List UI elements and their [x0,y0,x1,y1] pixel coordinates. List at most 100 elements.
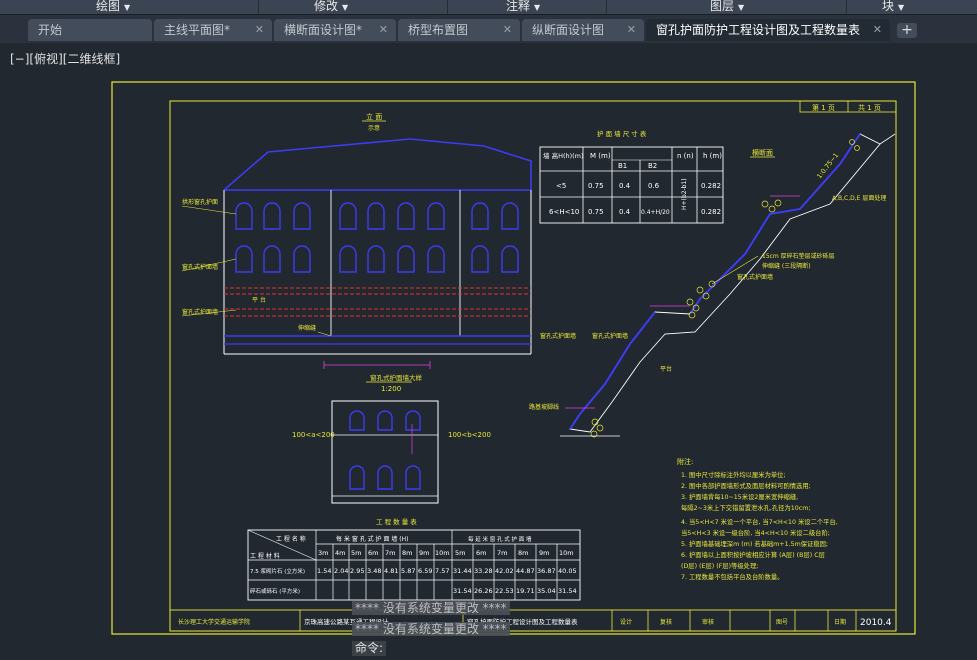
qty-h2-8m: 8m [518,549,528,557]
title-block: 长沙理工大学交通运输学院 京珠高速公路某互通工程设计 窗孔护面防护工程设计图及工… [169,609,897,632]
dim-header-n: n (n) [677,152,694,160]
tab-main-plan[interactable]: 主线平面图* ✕ [154,19,272,41]
note-7: 7. 工程数量不包括平台及台阶数量。 [681,572,783,581]
chevron-down-icon: ▼ [124,3,131,12]
command-prompt-label: 命令: [355,641,384,655]
section-wall-label-1: 窗孔式护面墙 [737,273,773,281]
close-icon[interactable]: ✕ [379,19,388,41]
qty-h-9m: 9m [419,549,429,557]
close-icon[interactable]: ✕ [503,19,512,41]
plus-icon: + [901,22,913,38]
menu-block-label: 块 [882,0,895,13]
command-history-line-2: **** 没有系统变量更改 **** [352,622,510,636]
qty-h2-9m: 9m [539,549,549,557]
tb-sheet-no: 图号 [776,619,788,626]
menu-layers[interactable]: 图层 ▼ [710,0,744,14]
note-1: 1. 图中尺寸除标注外均以厘米为单位; [681,470,786,479]
qty-row-header-top: 工 程 名 称 [276,535,306,543]
tab-start[interactable]: 开始 [28,19,152,41]
detail-left-dim: 100<a<200 [292,431,335,439]
chevron-down-icon: ▼ [534,3,541,12]
add-tab-button[interactable]: + [897,23,917,38]
qty-r2-c12: 19.71 [516,587,535,595]
qty-row-header-bottom: 工 程 材 料 [250,552,280,560]
dim-header-b1: B1 [618,162,627,170]
menu-separator [258,0,259,14]
dim-n-formula: H+(b2-b1) [681,178,688,210]
tb-org: 长沙理工大学交通运输学院 [178,618,250,626]
qty-r1-c2: 2.04 [334,567,348,575]
dim-row1-b2: 0.6 [648,182,660,190]
dim-row1-h: <5 [556,182,566,190]
tab-profile[interactable]: 纵断面设计图 ✕ [522,19,644,41]
section-joint-label: 伸缩缝 (三段隔断) [762,262,811,270]
menu-draw[interactable]: 绘图 ▼ [96,0,130,14]
section-wall-label-2: 窗孔式护面墙 [592,332,628,340]
qty-r1-c13: 36.87 [537,567,556,575]
front-label-3: 窗孔式护面墙 [182,308,218,316]
dim-row2-h: 6<H<10 [549,208,579,216]
tb-date-label: 日期 [834,618,846,626]
close-icon[interactable]: ✕ [255,19,264,41]
menu-block[interactable]: 块 ▼ [882,0,904,14]
dimension-table: 护 面 墙 尺 寸 表 墙 高H(h)(m) M (m) B1 B2 n (n)… [539,129,724,224]
qty-height-headers: 3m 4m 5m 6m 7m 8m 9m 10m 5m 6m 7m 8m 9m … [318,549,574,557]
quantity-table: 工 程 数 量 表 工 程 名 称 工 程 材 料 每 米 窗 孔 式 护 面 … [247,517,581,601]
qty-h-10m: 10m [435,549,450,557]
menu-annotate-label: 注释 [506,0,531,13]
tab-cross-section[interactable]: 横断面设计图* ✕ [274,19,396,41]
qty-r1-c12: 44.87 [516,567,535,575]
qty-r1-c14: 40.05 [558,567,577,575]
qty-h2-10m: 10m [559,549,574,557]
tab-label: 桥型布置图 [408,23,469,37]
tab-bridge-layout[interactable]: 桥型布置图 ✕ [398,19,520,41]
qty-r1-c9: 31.44 [453,567,472,575]
tab-label: 纵断面设计图 [532,23,605,37]
tab-label: 窗孔护面防护工程设计图及工程数量表 [656,23,861,37]
qty-r1-c10: 33.28 [474,567,493,575]
dim-row2-b1: 0.4 [619,208,631,216]
command-prompt[interactable]: 命令: [352,641,387,656]
qty-r1-c5: 4.81 [384,567,398,575]
detail-title: 窗孔式护面墙大样 [370,373,423,382]
section-slope-ratio: 1:0.75~1 [815,151,840,180]
note-3: 3. 护面墙背每10~15米设2厘米宽伸缩缝, [681,492,798,501]
notes-block: 附注: 1. 图中尺寸除标注外均以厘米为单位; 2. 图中各部护面墙形式及面层材… [677,457,838,581]
tab-window-protection[interactable]: 窗孔护面防护工程设计图及工程数量表 ✕ [646,19,890,41]
drawing-viewport[interactable]: [−][俯视][二维线框] 第 1 页 共 1 页 立 面 示意 拱形窗孔护面 … [0,44,977,660]
command-history-line-1: **** 没有系统变量更改 **** [352,601,510,615]
qty-r1-c1: 1.54 [317,567,331,575]
document-tab-bar: 开始 主线平面图* ✕ 横断面设计图* ✕ 桥型布置图 ✕ 纵断面设计图 ✕ 窗孔护面防… [0,15,977,43]
close-icon[interactable]: ✕ [627,19,636,41]
dim-header-height: 墙 高H(h)(m) [543,151,584,160]
tab-label: 开始 [38,23,63,37]
window-detail-view: 窗孔式护面墙大样 1:200 100<a<200 100<b<200 [292,373,491,504]
menu-modify[interactable]: 修改 ▼ [314,0,348,14]
chevron-down-icon: ▼ [898,3,905,12]
qty-r2-c10: 26.26 [474,587,493,595]
menu-layers-label: 图层 [710,0,735,13]
detail-right-dim: 100<b<200 [448,431,491,439]
tb-reviewer: 审核 [702,618,714,626]
qty-h-4m: 4m [335,549,345,557]
menu-annotate[interactable]: 注释 ▼ [506,0,540,14]
close-icon[interactable]: ✕ [873,19,882,41]
dim-row2-hh: 0.282 [701,208,721,216]
dim-row1-b1: 0.4 [619,182,631,190]
cross-section-view: 横断面 1:0.75~1 A,B,C,D,E 层面处理 15cm 厚碎石垫层或砂… [529,133,896,438]
detail-scale: 1:200 [381,385,401,393]
section-platform-label: 平台 [660,365,672,373]
front-label-1: 拱形窗孔护面 [182,198,218,206]
qty-group1: 每 米 窗 孔 式 护 面 墙 (H) [336,535,408,543]
section-toe-label: 路基坡脚线 [529,403,559,411]
dim-row2-b2: 0.4+H/20 [641,209,670,216]
dim-row1-hh: 0.282 [701,182,721,190]
notes-title: 附注: [677,457,693,466]
front-elevation: 立 面 示意 拱形窗孔护面 窗孔式护面墙 窗孔式护面墙 平 台 伸缩缝 [181,112,532,369]
tab-label: 横断面设计图* [284,23,363,37]
cad-drawing: 第 1 页 共 1 页 立 面 示意 拱形窗孔护面 窗孔式护面墙 窗孔式护面墙 … [111,81,916,635]
qty-h-7m: 7m [385,549,395,557]
chevron-down-icon: ▼ [738,3,745,12]
note-6b: (D层) (E层) (F层)等级处理; [681,561,758,570]
dim-row1-m: 0.75 [588,182,604,190]
